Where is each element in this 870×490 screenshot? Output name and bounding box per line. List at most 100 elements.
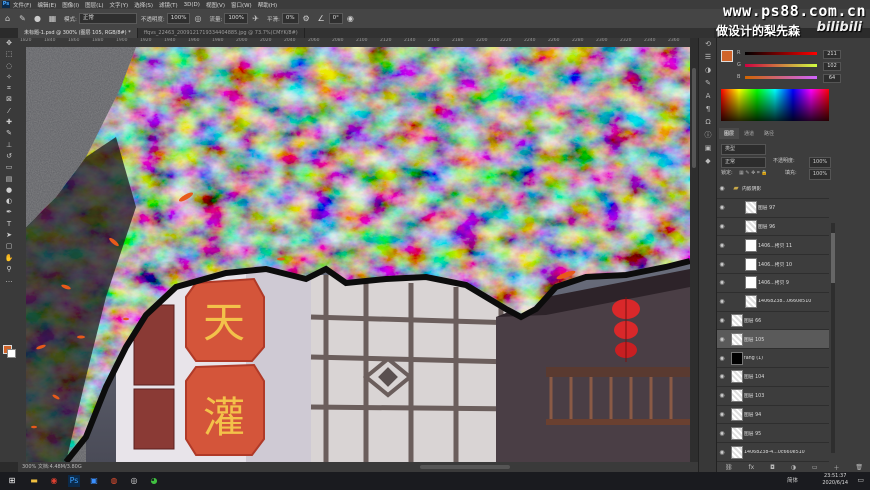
fill-input[interactable]: 100%: [809, 169, 831, 180]
zoom-tool-icon[interactable]: ⚲: [0, 264, 18, 275]
shape-tool-icon[interactable]: ▢: [0, 241, 18, 252]
brush-settings-icon[interactable]: ▦: [48, 14, 57, 23]
pressure-opacity-icon[interactable]: ◎: [193, 14, 202, 23]
windows-start-icon[interactable]: ⊞: [4, 475, 20, 487]
document-canvas[interactable]: 天 灌: [26, 47, 690, 462]
mode-select[interactable]: 正常: [78, 13, 137, 24]
menu-item-file[interactable]: 文件(F): [13, 1, 31, 9]
layer-row[interactable]: ◉ 图层 104: [717, 368, 829, 387]
frame-tool-icon[interactable]: ⊠: [0, 94, 18, 105]
menu-item-filter[interactable]: 滤镜(T): [159, 1, 178, 9]
lasso-tool-icon[interactable]: ◌: [0, 61, 18, 72]
layer-row[interactable]: ◉ 图层 94: [717, 406, 829, 425]
visibility-eye-icon[interactable]: ◉: [717, 449, 727, 456]
layer-row[interactable]: ◉ 14068238...0660e510: [717, 293, 829, 312]
photoshop-taskbar-icon[interactable]: Ps: [68, 475, 80, 487]
color-spectrum[interactable]: [721, 89, 829, 121]
layers-scrollbar[interactable]: [831, 223, 835, 453]
green-value[interactable]: 102: [823, 62, 841, 71]
clone-stamp-tool-icon[interactable]: ⊥: [0, 140, 18, 151]
taskbar-clock[interactable]: 23:51:37 2020/6/14: [822, 473, 848, 487]
angle-input[interactable]: 0°: [328, 13, 343, 24]
app-taskbar-icon[interactable]: ◍: [108, 475, 120, 487]
layer-row[interactable]: ◉ 图层 103: [717, 387, 829, 406]
file-explorer-icon[interactable]: ▬: [28, 475, 40, 487]
glyphs-panel-icon[interactable]: Ω: [699, 116, 717, 129]
marquee-tool-icon[interactable]: ⬚: [0, 49, 18, 60]
healing-brush-tool-icon[interactable]: ✚: [0, 117, 18, 128]
menu-item-window[interactable]: 窗口(W): [231, 1, 252, 9]
character-panel-icon[interactable]: A: [699, 90, 717, 103]
smoothing-input[interactable]: 0%: [281, 13, 299, 24]
visibility-eye-icon[interactable]: ◉: [717, 261, 727, 268]
eraser-tool-icon[interactable]: ▭: [0, 162, 18, 173]
menu-item-help[interactable]: 帮助(H): [258, 1, 277, 9]
notification-icon[interactable]: ▭: [857, 476, 864, 484]
visibility-eye-icon[interactable]: ◉: [717, 336, 727, 343]
layer-row[interactable]: ◉ 图层 97: [717, 199, 829, 218]
pressure-size-icon[interactable]: ◉: [346, 14, 355, 23]
layer-filter-select[interactable]: 类型: [721, 144, 766, 155]
visibility-eye-icon[interactable]: ◉: [717, 204, 727, 211]
quick-select-tool-icon[interactable]: ✧: [0, 72, 18, 83]
flow-input[interactable]: 100%: [224, 13, 249, 24]
menu-item-select[interactable]: 选择(S): [134, 1, 153, 9]
pen-tool-icon[interactable]: ✒: [0, 207, 18, 218]
eyedropper-tool-icon[interactable]: ⁄: [0, 106, 18, 117]
ime-indicator[interactable]: 简体: [787, 476, 798, 484]
type-tool-icon[interactable]: T: [0, 219, 18, 230]
visibility-eye-icon[interactable]: ◉: [717, 411, 727, 418]
green-slider-track[interactable]: [745, 64, 817, 67]
visibility-eye-icon[interactable]: ◉: [717, 298, 727, 305]
brush-panel-icon[interactable]: ✎: [699, 77, 717, 90]
visibility-eye-icon[interactable]: ◉: [717, 317, 727, 324]
opacity-input[interactable]: 100%: [166, 13, 191, 24]
menu-item-3d[interactable]: 3D(D): [184, 2, 200, 8]
visibility-eye-icon[interactable]: ◉: [717, 392, 727, 399]
tab-paths[interactable]: 路径: [759, 128, 779, 139]
menu-item-view[interactable]: 视图(V): [206, 1, 225, 9]
menu-item-edit[interactable]: 编辑(E): [37, 1, 56, 9]
layer-row[interactable]: ◉ 1406...拷贝 9: [717, 274, 829, 293]
tab-document-jpg[interactable]: ffqvs_22463_2009121719334404885.jpg @ 73…: [138, 28, 305, 38]
visibility-eye-icon[interactable]: ◉: [717, 185, 727, 192]
menu-item-image[interactable]: 图像(I): [62, 1, 79, 9]
background-color-swatch[interactable]: [7, 349, 16, 358]
visibility-eye-icon[interactable]: ◉: [717, 373, 727, 380]
layer-row[interactable]: ◉ 1406...拷贝 11: [717, 236, 829, 256]
paragraph-panel-icon[interactable]: ¶: [699, 103, 717, 116]
layer-opacity-input[interactable]: 100%: [809, 157, 831, 168]
wechat-taskbar-icon[interactable]: ◕: [148, 475, 160, 487]
path-select-tool-icon[interactable]: ➤: [0, 230, 18, 241]
blue-slider-track[interactable]: [745, 76, 817, 79]
layer-row[interactable]: ◉ 14068238-4...0c660e510: [717, 443, 829, 462]
tab-channels[interactable]: 通道: [739, 128, 759, 139]
gradient-tool-icon[interactable]: ▤: [0, 174, 18, 185]
layer-style-icon[interactable]: fx: [748, 464, 754, 471]
layer-row[interactable]: ◉ fang (1): [717, 349, 829, 368]
menu-item-type[interactable]: 文字(Y): [110, 1, 129, 9]
add-mask-icon[interactable]: ◘: [770, 464, 775, 471]
blur-tool-icon[interactable]: ●: [0, 185, 18, 196]
visibility-eye-icon[interactable]: ◉: [717, 355, 727, 362]
canvas-horizontal-scrollbar[interactable]: [420, 462, 690, 472]
visibility-eye-icon[interactable]: ◉: [717, 279, 727, 286]
scrollbar-thumb[interactable]: [692, 68, 696, 168]
brush-tool-icon[interactable]: ✎: [18, 14, 27, 23]
styles-panel-icon[interactable]: ◆: [699, 155, 717, 168]
visibility-eye-icon[interactable]: ◉: [717, 223, 727, 230]
link-layers-icon[interactable]: ⛓: [725, 464, 733, 471]
tab-layers[interactable]: 图层: [719, 128, 740, 139]
layer-row[interactable]: ◉ 图层 66: [717, 312, 829, 331]
adjustment-layer-icon[interactable]: ◑: [791, 464, 796, 471]
new-group-icon[interactable]: ▭: [812, 464, 818, 471]
scrollbar-thumb[interactable]: [420, 465, 510, 469]
properties-panel-icon[interactable]: ☰: [699, 51, 717, 64]
airbrush-icon[interactable]: ✈: [251, 14, 260, 23]
info-panel-icon[interactable]: ⓘ: [699, 129, 717, 142]
blend-mode-select[interactable]: 正常: [721, 157, 766, 168]
history-brush-tool-icon[interactable]: ↺: [0, 151, 18, 162]
blue-value[interactable]: 64: [823, 74, 841, 83]
layer-row[interactable]: ◉ 图层 96: [717, 218, 829, 237]
layer-row[interactable]: ◉ 图层 95: [717, 424, 829, 444]
